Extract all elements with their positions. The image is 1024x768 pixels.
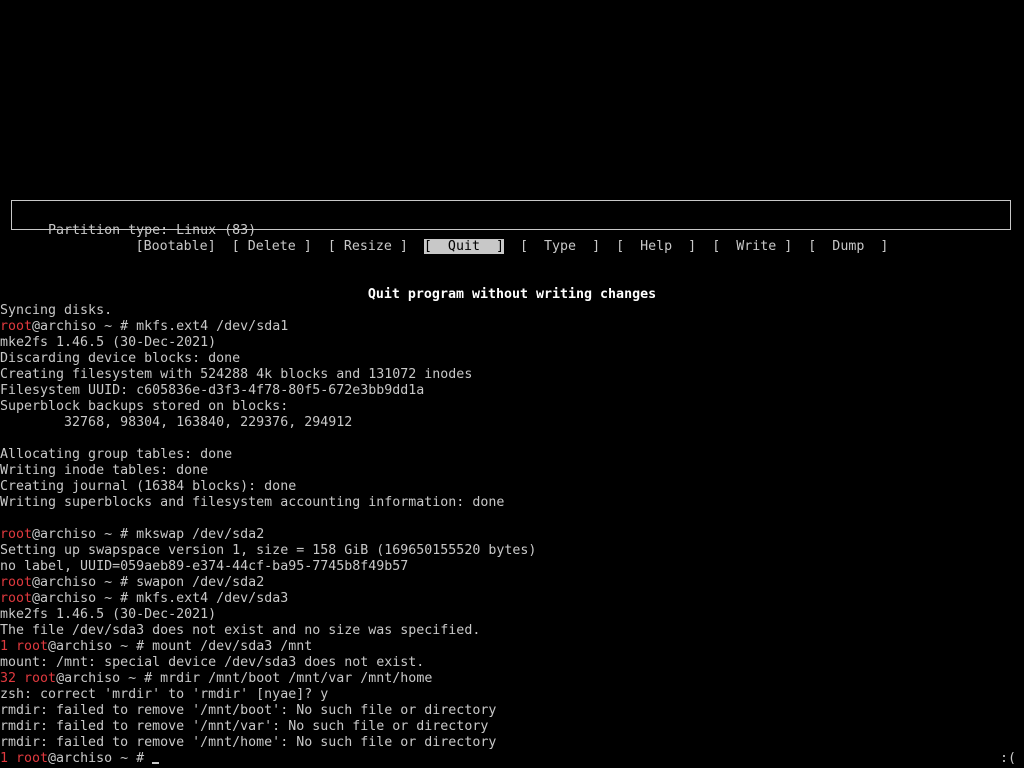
output-line: Writing superblocks and filesystem accou… xyxy=(0,495,505,510)
menu-gap xyxy=(216,239,232,254)
menu-item-quit[interactable]: [ Quit ] xyxy=(423,239,504,254)
exit-status: 32 xyxy=(0,671,25,686)
exit-status: 1 xyxy=(0,639,17,654)
output-line: Filesystem UUID: c605836e-d3f3-4f78-80f5… xyxy=(0,383,425,398)
menu-item-label: Delete xyxy=(239,239,304,254)
prompt-user: root xyxy=(0,319,33,334)
command-text: mount /dev/sda3 /mnt xyxy=(152,639,313,654)
menu-gap xyxy=(504,239,520,254)
output-line: mke2fs 1.46.5 (30-Dec-2021) xyxy=(0,335,217,350)
prompt-host: @archiso ~ # xyxy=(32,527,137,542)
menu-item-label: Quit xyxy=(431,239,496,254)
menu-item-label: Type xyxy=(528,239,593,254)
menu-gap xyxy=(312,239,328,254)
text-cursor[interactable] xyxy=(152,762,160,764)
command-text: mrdir /mnt/boot /mnt/var /mnt/home xyxy=(160,671,433,686)
partition-type-text: Partition type: Linux (83) xyxy=(48,223,257,238)
partition-info-box: Partition type: Linux (83) xyxy=(11,200,1011,238)
output-line: Syncing disks. xyxy=(0,303,113,318)
output-line: Allocating group tables: done xyxy=(0,447,233,462)
prompt-host: @archiso ~ # xyxy=(48,639,153,654)
command-text: mkfs.ext4 /dev/sda3 xyxy=(136,591,289,606)
output-line: Creating journal (16384 blocks): done xyxy=(0,479,297,494)
menu-gap xyxy=(792,239,808,254)
prompt-user: root xyxy=(16,751,49,766)
command-line: root@archiso ~ # mkfs.ext4 /dev/sda3 xyxy=(0,591,1024,607)
output-line: Writing inode tables: done xyxy=(0,463,209,478)
active-prompt-line: 1 root@archiso ~ # xyxy=(0,751,1024,767)
output-line: rmdir: failed to remove '/mnt/boot': No … xyxy=(0,703,497,718)
menu-item-label: Resize xyxy=(335,239,400,254)
output-line: rmdir: failed to remove '/mnt/home': No … xyxy=(0,735,497,750)
prompt-host: @archiso ~ # xyxy=(32,591,137,606)
output-line: zsh: correct 'mrdir' to 'rmdir' [nyae]? … xyxy=(0,687,329,702)
menu-item-dump[interactable]: [ Dump ] xyxy=(808,239,888,254)
right-prompt-status: :( xyxy=(999,751,1016,766)
output-line: mount: /mnt: special device /dev/sda3 do… xyxy=(0,655,425,670)
output-line: rmdir: failed to remove '/mnt/var': No s… xyxy=(0,719,489,734)
prompt-host: @archiso ~ # xyxy=(56,671,161,686)
output-line: The file /dev/sda3 does not exist and no… xyxy=(0,623,481,638)
menu-item-label: Write xyxy=(720,239,785,254)
console-output: Syncing disks. root@archiso ~ # mkfs.ext4… xyxy=(0,303,1024,767)
menu-item-bootable[interactable]: [Bootable] xyxy=(136,239,216,254)
output-line: no label, UUID=059aeb89-e374-44cf-ba95-7… xyxy=(0,559,409,574)
command-text: mkswap /dev/sda2 xyxy=(136,527,265,542)
command-line: 1 root@archiso ~ # mount /dev/sda3 /mnt xyxy=(0,639,1024,655)
menu-item-label: Help xyxy=(624,239,689,254)
output-line: 32768, 98304, 163840, 229376, 294912 xyxy=(0,415,353,430)
prompt-user: root xyxy=(0,591,33,606)
menu-gap xyxy=(408,239,424,254)
command-line: root@archiso ~ # mkfs.ext4 /dev/sda1 xyxy=(0,319,1024,335)
menu-item-type[interactable]: [ Type ] xyxy=(520,239,600,254)
output-line: Creating filesystem with 524288 4k block… xyxy=(0,367,473,382)
command-text: swapon /dev/sda2 xyxy=(136,575,265,590)
exit-status: 1 xyxy=(0,751,17,766)
menu-item-label: Bootable xyxy=(143,239,208,254)
menu-help-text: Quit program without writing changes xyxy=(367,287,657,302)
prompt-user: root xyxy=(16,639,49,654)
terminal-screen[interactable]: Partition type: Linux (83) [Bootable] [ … xyxy=(0,0,1024,768)
menu-gap xyxy=(600,239,616,254)
prompt-user: root xyxy=(0,575,33,590)
output-line: Discarding device blocks: done xyxy=(0,351,241,366)
output-line: Superblock backups stored on blocks: xyxy=(0,399,289,414)
prompt-host: @archiso ~ # xyxy=(32,575,137,590)
menu-item-resize[interactable]: [ Resize ] xyxy=(328,239,408,254)
command-line: root@archiso ~ # swapon /dev/sda2 xyxy=(0,575,1024,591)
prompt-host: @archiso ~ # xyxy=(48,751,153,766)
command-line: 32 root@archiso ~ # mrdir /mnt/boot /mnt… xyxy=(0,671,1024,687)
menu-gap xyxy=(696,239,712,254)
command-line: root@archiso ~ # mkswap /dev/sda2 xyxy=(0,527,1024,543)
menu-item-help[interactable]: [ Help ] xyxy=(616,239,696,254)
prompt-user: root xyxy=(24,671,57,686)
prompt-host: @archiso ~ # xyxy=(32,319,137,334)
command-text: mkfs.ext4 /dev/sda1 xyxy=(136,319,289,334)
menu-item-write[interactable]: [ Write ] xyxy=(712,239,792,254)
cfdisk-menu-bar: [Bootable] [ Delete ] [ Resize ] [ Quit … xyxy=(0,239,1024,255)
menu-item-delete[interactable]: [ Delete ] xyxy=(232,239,312,254)
menu-item-label: Dump xyxy=(816,239,881,254)
output-line: Setting up swapspace version 1, size = 1… xyxy=(0,543,537,558)
prompt-user: root xyxy=(0,527,33,542)
output-line: mke2fs 1.46.5 (30-Dec-2021) xyxy=(0,607,217,622)
